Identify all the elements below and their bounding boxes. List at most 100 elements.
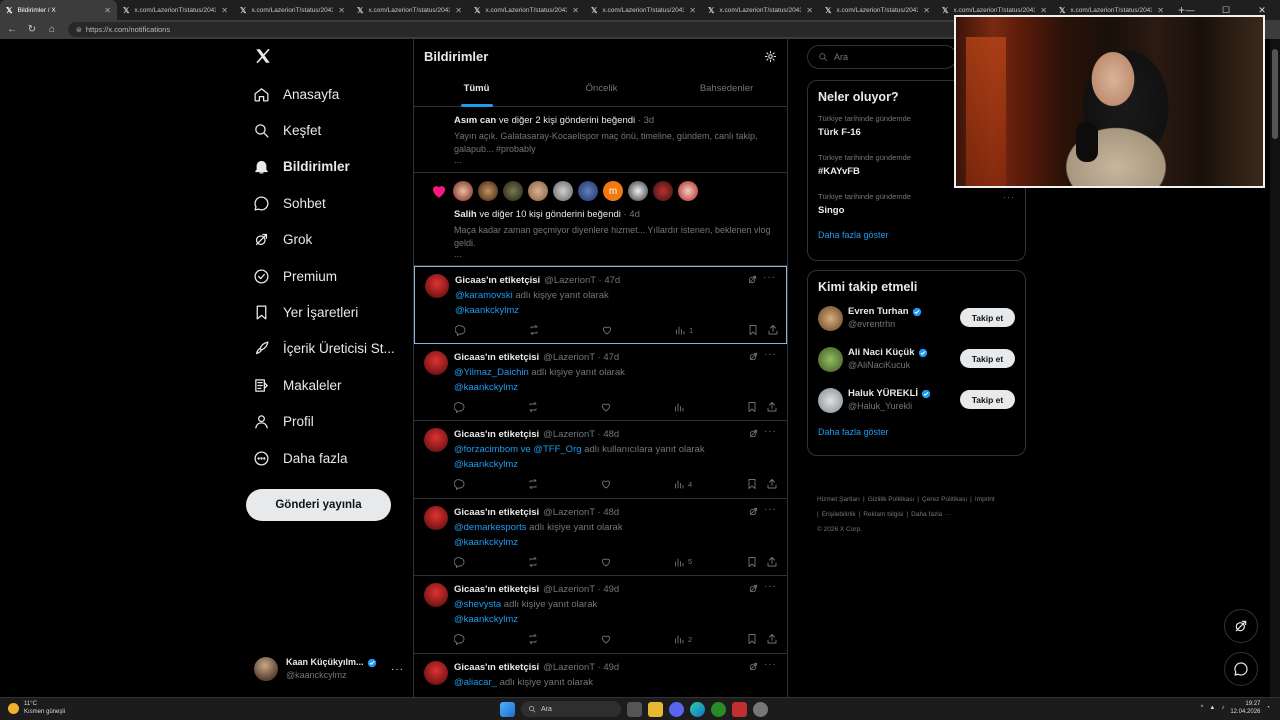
chevron-up-icon[interactable]: ^ <box>1201 705 1204 711</box>
tab-all[interactable]: Tümü <box>414 77 539 107</box>
views-button[interactable]: 5 <box>673 556 692 568</box>
footer-link[interactable]: Gizlilik Politikası <box>868 496 915 503</box>
windows-start-icon[interactable] <box>500 701 515 717</box>
avatar[interactable] <box>553 181 573 201</box>
nav-item-bookmark[interactable]: Yer İşaretleri <box>252 298 358 326</box>
repost-button[interactable] <box>527 401 539 413</box>
task-view-icon[interactable] <box>627 701 642 717</box>
like-button[interactable] <box>600 478 612 490</box>
more-icon[interactable]: ··· <box>763 272 776 283</box>
repost-button[interactable] <box>527 478 539 490</box>
browser-tab[interactable]: 𝕏x.com/LazerionT/status/20435338 ✕ <box>234 0 351 20</box>
more-icon[interactable]: ··· <box>764 504 777 515</box>
author-name[interactable]: Gicaas'ın etiketçisi <box>454 507 539 518</box>
reply-post[interactable]: Gicaas'ın etiketçisi @LazerionT · 49d ··· @… <box>414 576 787 654</box>
reply-button[interactable] <box>454 478 466 490</box>
gear-icon[interactable] <box>764 50 777 63</box>
reload-icon[interactable]: ↻ <box>24 22 40 38</box>
avatar[interactable] <box>653 181 673 201</box>
edge-icon[interactable] <box>690 701 705 717</box>
app-icon[interactable] <box>732 701 747 717</box>
scrollbar-thumb[interactable] <box>1272 49 1278 139</box>
tab-priority[interactable]: Öncelik <box>539 77 664 107</box>
browser-tab[interactable]: 𝕏x.com/LazerionT/status/20435338 ✕ <box>819 0 936 20</box>
taskbar-search[interactable]: Ara <box>521 701 621 717</box>
avatar[interactable] <box>424 583 448 607</box>
mentioned-user-link[interactable]: @Yilmaz_Daichin <box>454 367 529 378</box>
like-notification[interactable]: m Salih ve diğer 10 kişi gönderini beğen… <box>414 173 787 266</box>
close-tab-icon[interactable]: ✕ <box>455 6 462 15</box>
avatar[interactable] <box>503 181 523 201</box>
weather-widget[interactable]: 11°C Kısmen güneşli <box>8 700 65 716</box>
messages-float-button[interactable] <box>1224 652 1258 686</box>
repost-button[interactable] <box>527 556 539 568</box>
avatar[interactable] <box>424 660 448 685</box>
like-button[interactable] <box>600 401 612 413</box>
close-tab-icon[interactable]: ✕ <box>689 6 696 15</box>
author-name[interactable]: Gicaas'ın etiketçisi <box>454 584 539 595</box>
follow-button[interactable]: Takip et <box>960 390 1015 409</box>
post-button[interactable]: Gönderi yayınla <box>246 489 391 521</box>
nav-item-more-circle[interactable]: Daha fazla <box>252 444 348 472</box>
xbox-icon[interactable] <box>711 701 726 717</box>
like-button[interactable] <box>600 556 612 568</box>
nav-item-bell[interactable]: Bildirimler <box>252 153 350 181</box>
close-tab-icon[interactable]: ✕ <box>338 6 345 15</box>
views-button[interactable]: 2 <box>673 633 692 645</box>
nav-item-chat[interactable]: Sohbet <box>252 189 326 217</box>
browser-tab[interactable]: 𝕏x.com/LazerionT/status/20435338 ✕ <box>117 0 234 20</box>
trend-item[interactable]: Türkiye tarihinde gündemde Singo ··· <box>808 188 1025 227</box>
browser-tab[interactable]: 𝕏x.com/LazerionT/status/20435338 ✕ <box>468 0 585 20</box>
more-icon[interactable]: ··· <box>764 349 777 360</box>
grok-float-button[interactable] <box>1224 609 1258 643</box>
tagged-user-link[interactable]: @kaankckylmz <box>455 305 774 316</box>
account-switcher[interactable]: Kaan Küçükyılm... @kaanckcylmz ··· <box>254 653 404 685</box>
share-button[interactable] <box>766 478 778 490</box>
more-icon[interactable]: ··· <box>764 426 777 437</box>
mentioned-user-link[interactable]: @shevysta <box>454 599 501 610</box>
settings-icon[interactable] <box>753 701 768 717</box>
close-tab-icon[interactable]: ✕ <box>572 6 579 15</box>
volume-icon[interactable]: ♪ <box>1221 705 1224 711</box>
avatar[interactable] <box>425 274 449 298</box>
discord-icon[interactable] <box>669 701 684 717</box>
trends-show-more-link[interactable]: Daha fazla göster <box>808 227 1025 250</box>
more-icon[interactable]: ··· <box>764 659 777 670</box>
reply-post[interactable]: Gicaas'ın etiketçisi @LazerionT · 47d ··· @… <box>414 266 787 344</box>
search-box[interactable]: Ara <box>807 45 957 69</box>
nav-item-rocket[interactable]: İçerik Üreticisi St... <box>252 335 395 363</box>
tagged-user-link[interactable]: @kaankckylmz <box>454 459 775 470</box>
close-tab-icon[interactable]: ✕ <box>806 6 813 15</box>
grok-icon[interactable] <box>748 583 759 594</box>
tab-mentions[interactable]: Bahsedenler <box>664 77 789 107</box>
browser-tab[interactable]: 𝕏x.com/LazerionT/status/20435338 ✕ <box>351 0 468 20</box>
avatar[interactable] <box>424 428 448 452</box>
follow-button[interactable]: Takip et <box>960 308 1015 327</box>
tagged-user-link[interactable]: @kaankckylmz <box>454 382 775 393</box>
mentioned-user-link[interactable]: @demarkesports <box>454 522 526 533</box>
grok-icon[interactable] <box>748 506 759 517</box>
author-name[interactable]: Gicaas'ın etiketçisi <box>454 662 539 673</box>
mentioned-user-link[interactable]: @forzacimbom ve <box>454 444 531 455</box>
like-button[interactable] <box>600 633 612 645</box>
browser-tab[interactable]: 𝕏x.com/LazerionT/status/20435338 ✕ <box>702 0 819 20</box>
avatar[interactable] <box>818 347 843 372</box>
more-icon[interactable]: ··· <box>391 664 404 675</box>
bookmark-button[interactable] <box>746 556 758 568</box>
grok-icon[interactable] <box>748 428 759 439</box>
avatar[interactable] <box>578 181 598 201</box>
share-button[interactable] <box>767 324 779 336</box>
mentioned-user-link[interactable]: @karamovski <box>455 290 513 301</box>
avatar[interactable] <box>628 181 648 201</box>
back-icon[interactable]: ← <box>4 22 20 38</box>
avatar[interactable] <box>424 505 448 530</box>
bookmark-button[interactable] <box>746 478 758 490</box>
footer-link[interactable]: Imprint <box>975 496 995 503</box>
repost-button[interactable] <box>527 633 539 645</box>
footer-link[interactable]: Hizmet Şartları <box>817 496 860 503</box>
author-name[interactable]: Gicaas'ın etiketçisi <box>455 275 540 286</box>
who-show-more-link[interactable]: Daha fazla göster <box>808 423 1025 447</box>
footer-link[interactable]: © 2026 X Corp. <box>817 526 862 533</box>
nav-item-search[interactable]: Keşfet <box>252 116 321 144</box>
share-button[interactable] <box>766 556 778 568</box>
